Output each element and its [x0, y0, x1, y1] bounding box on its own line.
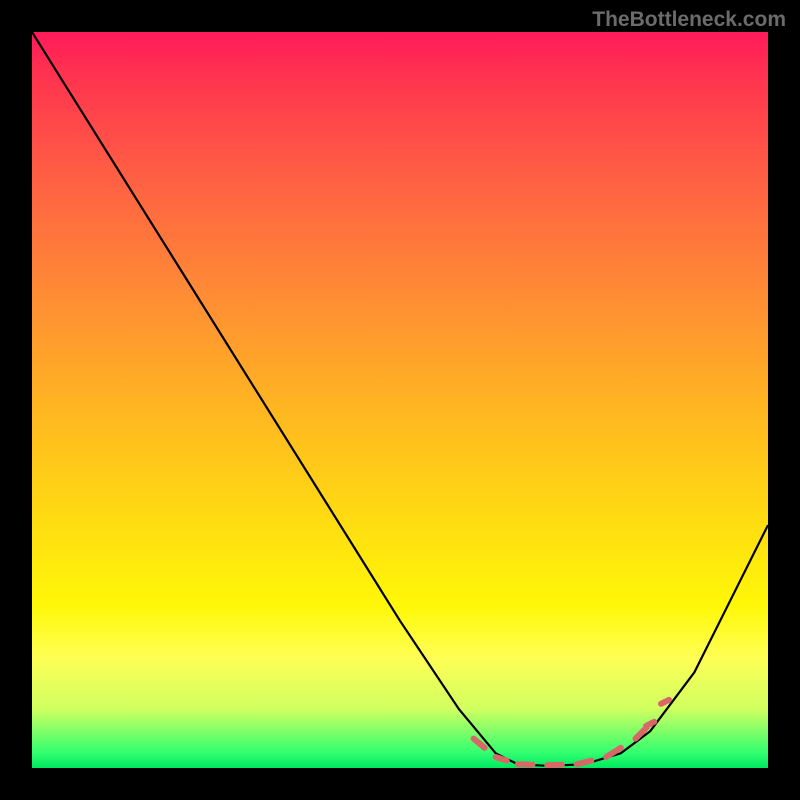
marker-dash: [496, 757, 507, 761]
curve-overlay: [32, 32, 768, 768]
watermark-text: TheBottleneck.com: [592, 8, 786, 32]
marker-dash: [636, 728, 647, 739]
marker-dash: [661, 700, 669, 704]
marker-dash: [474, 739, 485, 748]
chart-area: [32, 32, 768, 768]
curve-markers: [474, 700, 669, 765]
bottleneck-curve: [32, 32, 768, 766]
marker-dash: [577, 761, 592, 765]
marker-dash: [646, 722, 654, 726]
marker-dash: [606, 748, 621, 757]
